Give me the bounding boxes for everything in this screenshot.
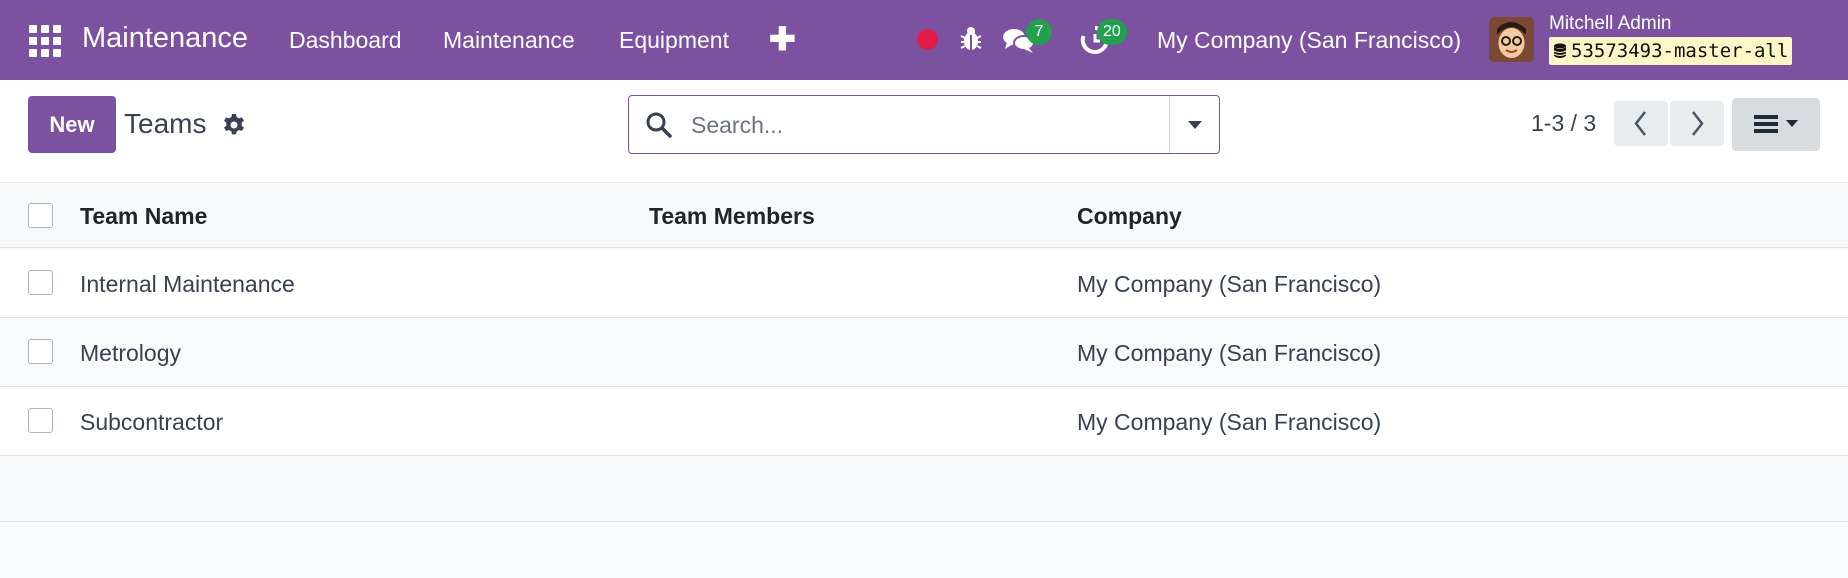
list-view-icon (1754, 115, 1798, 133)
team-name-cell[interactable]: Metrology (80, 340, 181, 367)
table-row[interactable]: Subcontractor My Company (San Francisco) (0, 387, 1848, 456)
select-all-checkbox[interactable] (28, 203, 53, 228)
company-cell[interactable]: My Company (San Francisco) (1077, 271, 1381, 298)
database-name: 53573493-master-all (1571, 40, 1789, 62)
company-cell[interactable]: My Company (San Francisco) (1077, 340, 1381, 367)
search-icon (646, 112, 672, 138)
row-checkbox[interactable] (28, 270, 53, 295)
new-button[interactable]: New (28, 96, 116, 153)
menu-dashboard[interactable]: Dashboard (289, 27, 402, 54)
page-title: Teams (124, 108, 207, 139)
table-row[interactable]: Internal Maintenance My Company (San Fra… (0, 249, 1848, 318)
row-checkbox[interactable] (28, 339, 53, 364)
menu-equipment[interactable]: Equipment (619, 27, 729, 54)
menu-maintenance[interactable]: Maintenance (443, 27, 575, 54)
app-brand[interactable]: Maintenance (82, 22, 248, 55)
top-navbar: Maintenance Dashboard Maintenance Equipm… (0, 0, 1848, 80)
database-icon (1553, 43, 1567, 58)
column-company[interactable]: Company (1077, 203, 1182, 230)
control-panel: New Teams 1-3 / 3 (0, 80, 1848, 183)
activities-badge: 20 (1097, 19, 1127, 45)
chevron-left-icon (1634, 111, 1646, 136)
record-icon[interactable] (917, 29, 938, 50)
table-header: Team Name Team Members Company (0, 183, 1848, 248)
table-row[interactable]: Metrology My Company (San Francisco) (0, 318, 1848, 387)
search-input[interactable] (691, 108, 1171, 142)
quick-create-plus-icon[interactable]: ✚ (769, 20, 796, 58)
avatar[interactable] (1489, 17, 1534, 62)
apps-menu-icon[interactable] (29, 25, 61, 57)
row-checkbox[interactable] (28, 408, 53, 433)
column-team-members[interactable]: Team Members (649, 203, 815, 230)
search-options-toggle[interactable] (1170, 96, 1219, 153)
database-tag: 53573493-master-all (1549, 37, 1793, 65)
user-name[interactable]: Mitchell Admin (1549, 13, 1672, 35)
search-box (628, 95, 1220, 154)
team-name-cell[interactable]: Internal Maintenance (80, 271, 295, 298)
view-switcher-button[interactable] (1732, 98, 1820, 151)
messages-badge: 7 (1026, 19, 1052, 45)
team-name-cell[interactable]: Subcontractor (80, 409, 223, 436)
pager-previous-button[interactable] (1614, 101, 1668, 146)
chevron-down-icon (1188, 121, 1202, 129)
company-switcher[interactable]: My Company (San Francisco) (1157, 27, 1461, 54)
gear-icon[interactable] (222, 113, 246, 137)
pager-value[interactable]: 1-3 / 3 (1531, 110, 1596, 137)
table-footer (0, 456, 1848, 522)
column-team-name[interactable]: Team Name (80, 203, 207, 230)
company-cell[interactable]: My Company (San Francisco) (1077, 409, 1381, 436)
chevron-right-icon (1692, 111, 1704, 136)
bug-icon[interactable] (957, 25, 985, 53)
pager-next-button[interactable] (1670, 101, 1724, 146)
